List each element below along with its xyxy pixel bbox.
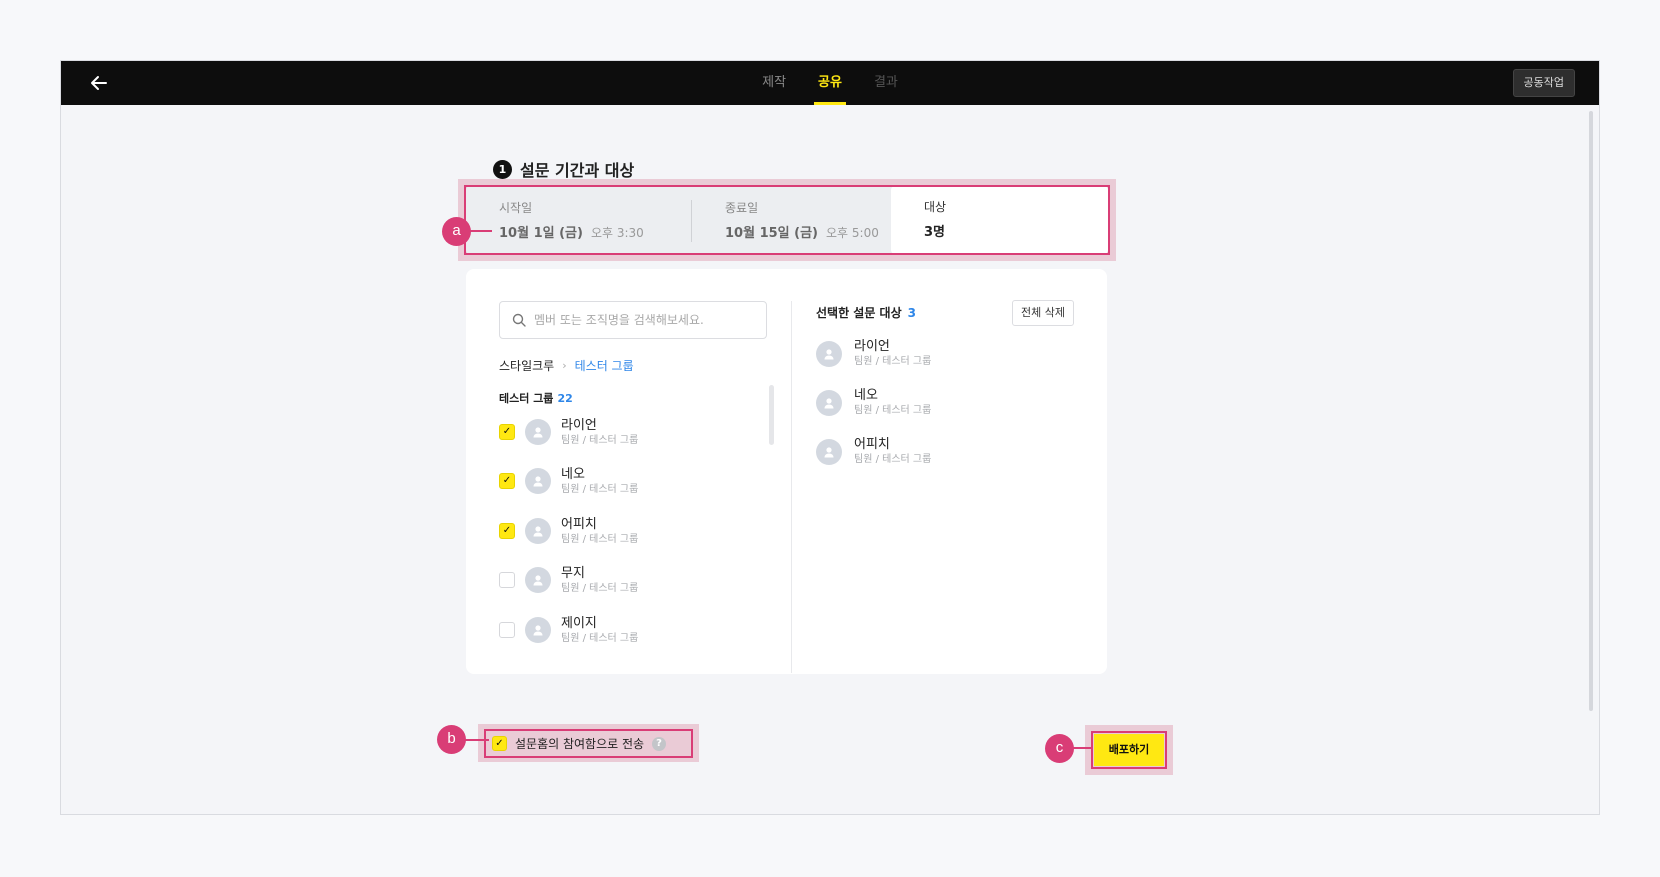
member-role: 팀원 / 테스터 그룹 [561,632,639,644]
member-role: 팀원 / 테스터 그룹 [561,483,639,495]
cowork-button[interactable]: 공동작업 [1512,69,1575,97]
list-item[interactable]: 어피치팀원 / 테스터 그룹 [499,511,638,551]
top-bar: 제작 공유 결과 공동작업 [61,61,1599,105]
member-checkbox[interactable] [499,424,515,440]
avatar [525,468,551,494]
notify-option[interactable]: 설문홈의 참여함으로 전송 ? [492,735,667,752]
annotation-line-c [1072,747,1092,749]
avatar [816,389,842,416]
breadcrumb-current[interactable]: 테스터 그룹 [575,357,634,374]
member-role: 팀원 / 테스터 그룹 [561,533,639,545]
member-name: 제이지 [561,615,597,631]
member-checkbox[interactable] [499,572,515,588]
top-nav: 제작 공유 결과 [61,61,1599,105]
search-icon [512,313,526,327]
help-icon[interactable]: ? [652,736,667,751]
section-title-text: 설문 기간과 대상 [520,161,635,180]
annotation-line-b [465,739,489,741]
member-name: 라이언 [561,417,597,433]
selected-role: 팀원 / 테스터 그룹 [854,405,932,416]
notify-checkbox[interactable] [492,736,507,751]
chevron-right-icon: › [562,359,567,372]
list-item[interactable]: 라이언팀원 / 테스터 그룹 [499,412,638,452]
group-count: 22 [557,392,573,405]
selected-count: 3 [907,306,916,320]
breadcrumb-root[interactable]: 스타일크루 [499,357,554,374]
avatar [525,518,551,544]
member-name: 네오 [561,466,585,482]
clear-all-button[interactable]: 전체 삭제 [1012,300,1074,326]
breadcrumb: 스타일크루 › 테스터 그룹 [499,357,634,374]
page-scrollbar[interactable] [1589,111,1593,711]
step-number-badge: 1 [493,159,512,179]
selected-item: 어피치팀원 / 테스터 그룹 [816,437,931,466]
section-title: 1 설문 기간과 대상 [493,157,634,181]
selected-name: 어피치 [854,437,890,452]
tab-results[interactable]: 결과 [870,61,902,105]
selected-title: 선택한 설문 대상 3 [816,304,916,321]
annotation-marker-c: c [1045,734,1074,763]
notify-label: 설문홈의 참여함으로 전송 [515,737,645,751]
annotation-marker-b: b [437,725,466,754]
search-box[interactable] [499,301,767,339]
member-picker-panel: 스타일크루 › 테스터 그룹 테스터 그룹22 라이언팀원 / 테스터 그룹 네… [466,269,1107,674]
selected-item: 네오팀원 / 테스터 그룹 [816,388,931,417]
member-checkbox[interactable] [499,523,515,539]
list-item[interactable]: 네오팀원 / 테스터 그룹 [499,461,638,501]
member-list-scrollbar[interactable] [769,385,774,445]
tab-share[interactable]: 공유 [814,61,846,105]
panel-divider [791,301,792,673]
selected-role: 팀원 / 테스터 그룹 [854,454,932,465]
search-input[interactable] [534,313,764,327]
selected-item: 라이언팀원 / 테스터 그룹 [816,339,931,368]
member-role: 팀원 / 테스터 그룹 [561,434,639,446]
avatar [816,340,842,367]
app-window: 제작 공유 결과 공동작업 1 설문 기간과 대상 시작일 10월 1일 (금)… [60,60,1600,815]
selected-title-text: 선택한 설문 대상 [816,306,902,320]
deploy-button[interactable]: 배포하기 [1094,734,1164,766]
selected-name: 네오 [854,388,878,403]
annotation-line-a [470,230,492,232]
member-role: 팀원 / 테스터 그룹 [561,582,639,594]
avatar [525,567,551,593]
member-name: 어피치 [561,516,597,532]
selected-role: 팀원 / 테스터 그룹 [854,356,932,367]
group-title: 테스터 그룹 22 [499,390,573,406]
member-name: 무지 [561,565,585,581]
tab-create[interactable]: 제작 [758,61,790,105]
list-item[interactable]: 무지 팀원 / 테스터 그룹 [499,560,638,600]
selected-name: 라이언 [854,339,890,354]
member-checkbox[interactable] [499,473,515,489]
avatar [525,617,551,643]
avatar [816,438,842,465]
annotation-border-a [464,185,1110,255]
group-name: 테스터 그룹 [499,392,554,405]
avatar [525,419,551,445]
member-checkbox[interactable] [499,622,515,638]
annotation-marker-a: a [442,217,471,246]
list-item[interactable]: 제이지 팀원 / 테스터 그룹 [499,610,638,650]
